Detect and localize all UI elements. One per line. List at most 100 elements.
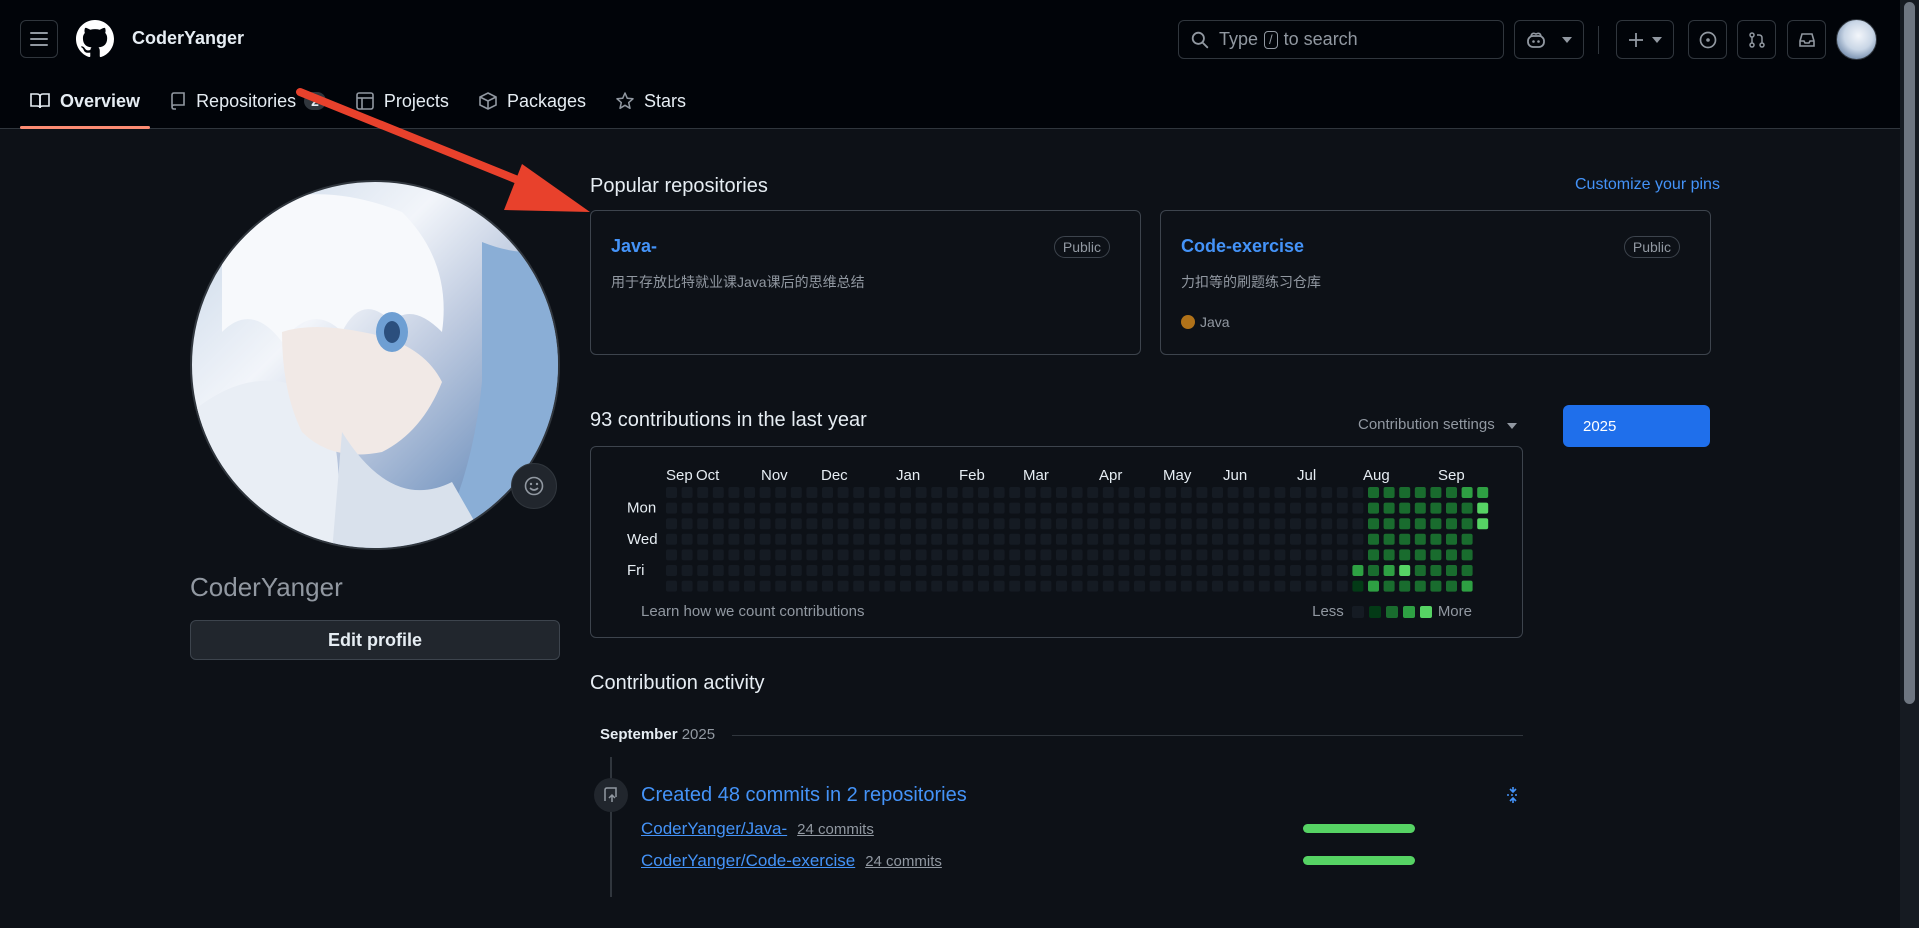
- contribution-day-cell[interactable]: [1368, 487, 1379, 498]
- contribution-day-cell[interactable]: [1009, 565, 1021, 576]
- activity-repo-link[interactable]: CoderYanger/Java-: [641, 819, 787, 839]
- contribution-day-cell[interactable]: [868, 502, 880, 514]
- contribution-day-cell[interactable]: [822, 565, 833, 576]
- contribution-day-cell[interactable]: [1243, 533, 1255, 545]
- contribution-day-cell[interactable]: [728, 518, 740, 530]
- contribution-day-cell[interactable]: [697, 487, 709, 498]
- create-new-button[interactable]: [1616, 20, 1674, 59]
- contribution-day-cell[interactable]: [915, 518, 927, 530]
- search-input[interactable]: Type / to search: [1178, 20, 1504, 59]
- contribution-day-cell[interactable]: [1149, 549, 1161, 561]
- contribution-day-cell[interactable]: [744, 565, 755, 576]
- contribution-day-cell[interactable]: [1274, 502, 1286, 514]
- contribution-day-cell[interactable]: [1383, 487, 1395, 498]
- contribution-day-cell[interactable]: [822, 518, 833, 530]
- contribution-day-cell[interactable]: [1024, 518, 1036, 530]
- contribution-day-cell[interactable]: [775, 549, 787, 561]
- contribution-day-cell[interactable]: [868, 549, 880, 561]
- contribution-day-cell[interactable]: [681, 580, 693, 592]
- contribution-day-cell[interactable]: [1258, 518, 1270, 530]
- contribution-day-cell[interactable]: [1352, 533, 1364, 545]
- contribution-day-cell[interactable]: [1336, 580, 1348, 592]
- contribution-day-cell[interactable]: [806, 565, 818, 576]
- contribution-day-cell[interactable]: [1118, 487, 1130, 498]
- contribution-day-cell[interactable]: [728, 580, 740, 592]
- customize-pins-link[interactable]: Customize your pins: [1575, 176, 1720, 194]
- contribution-day-cell[interactable]: [1180, 518, 1192, 530]
- contribution-day-cell[interactable]: [1227, 487, 1239, 498]
- contribution-day-cell[interactable]: [1196, 533, 1208, 545]
- contribution-day-cell[interactable]: [1321, 502, 1333, 514]
- contribution-day-cell[interactable]: [1071, 580, 1083, 592]
- contribution-day-cell[interactable]: [1461, 502, 1473, 514]
- contribution-day-cell[interactable]: [759, 487, 771, 498]
- contribution-day-cell[interactable]: [1290, 580, 1301, 592]
- contribution-day-cell[interactable]: [1165, 533, 1177, 545]
- contribution-day-cell[interactable]: [1290, 487, 1301, 498]
- commits-summary-toggle[interactable]: Created 48 commits in 2 repositories: [641, 784, 967, 807]
- activity-commit-count[interactable]: 24 commits: [797, 821, 874, 838]
- contribution-day-cell[interactable]: [1134, 549, 1145, 561]
- contribution-day-cell[interactable]: [712, 580, 724, 592]
- contribution-day-cell[interactable]: [1368, 580, 1379, 592]
- contribution-day-cell[interactable]: [884, 565, 896, 576]
- contribution-day-cell[interactable]: [759, 565, 771, 576]
- contribution-day-cell[interactable]: [666, 518, 677, 530]
- contribution-day-cell[interactable]: [1274, 518, 1286, 530]
- contribution-day-cell[interactable]: [1180, 487, 1192, 498]
- contribution-day-cell[interactable]: [1290, 565, 1301, 576]
- activity-repo-link[interactable]: CoderYanger/Code-exercise: [641, 851, 855, 871]
- contribution-day-cell[interactable]: [1040, 502, 1052, 514]
- contribution-day-cell[interactable]: [1461, 487, 1473, 498]
- contribution-day-cell[interactable]: [1227, 565, 1239, 576]
- contribution-day-cell[interactable]: [900, 565, 911, 576]
- contribution-day-cell[interactable]: [1446, 518, 1457, 530]
- contribution-day-cell[interactable]: [822, 502, 833, 514]
- contribution-day-cell[interactable]: [1040, 580, 1052, 592]
- contribution-day-cell[interactable]: [1258, 502, 1270, 514]
- contribution-day-cell[interactable]: [900, 487, 911, 498]
- contribution-day-cell[interactable]: [806, 518, 818, 530]
- contribution-day-cell[interactable]: [790, 565, 802, 576]
- repo-card-name[interactable]: Java-: [611, 236, 657, 257]
- contribution-day-cell[interactable]: [697, 565, 709, 576]
- contribution-day-cell[interactable]: [837, 580, 849, 592]
- contribution-day-cell[interactable]: [1274, 549, 1286, 561]
- contribution-day-cell[interactable]: [1243, 565, 1255, 576]
- contribution-day-cell[interactable]: [1087, 565, 1099, 576]
- contribution-day-cell[interactable]: [1305, 580, 1317, 592]
- contribution-day-cell[interactable]: [1305, 533, 1317, 545]
- contribution-day-cell[interactable]: [1461, 580, 1473, 592]
- contribution-day-cell[interactable]: [1274, 533, 1286, 545]
- contribution-day-cell[interactable]: [884, 502, 896, 514]
- contribution-day-cell[interactable]: [1383, 533, 1395, 545]
- contribution-day-cell[interactable]: [915, 502, 927, 514]
- contribution-day-cell[interactable]: [744, 518, 755, 530]
- contribution-day-cell[interactable]: [775, 565, 787, 576]
- contribution-day-cell[interactable]: [1290, 518, 1301, 530]
- contribution-day-cell[interactable]: [1383, 549, 1395, 561]
- contribution-day-cell[interactable]: [1446, 580, 1457, 592]
- contribution-day-cell[interactable]: [1118, 580, 1130, 592]
- contribution-day-cell[interactable]: [1056, 580, 1067, 592]
- contribution-day-cell[interactable]: [1336, 502, 1348, 514]
- contribution-day-cell[interactable]: [1336, 487, 1348, 498]
- contribution-day-cell[interactable]: [1352, 487, 1364, 498]
- contribution-day-cell[interactable]: [1071, 487, 1083, 498]
- contribution-settings-button[interactable]: Contribution settings: [1358, 416, 1517, 433]
- contribution-day-cell[interactable]: [946, 487, 958, 498]
- contribution-day-cell[interactable]: [775, 580, 787, 592]
- contribution-day-cell[interactable]: [1414, 502, 1426, 514]
- contribution-day-cell[interactable]: [1212, 502, 1223, 514]
- contribution-day-cell[interactable]: [1196, 502, 1208, 514]
- contribution-day-cell[interactable]: [1212, 518, 1223, 530]
- contribution-day-cell[interactable]: [1274, 565, 1286, 576]
- contribution-day-cell[interactable]: [1212, 533, 1223, 545]
- contribution-day-cell[interactable]: [775, 533, 787, 545]
- contribution-day-cell[interactable]: [759, 580, 771, 592]
- contribution-day-cell[interactable]: [900, 533, 911, 545]
- contribution-day-cell[interactable]: [728, 533, 740, 545]
- contribution-day-cell[interactable]: [822, 487, 833, 498]
- contribution-day-cell[interactable]: [1321, 487, 1333, 498]
- contribution-day-cell[interactable]: [1024, 533, 1036, 545]
